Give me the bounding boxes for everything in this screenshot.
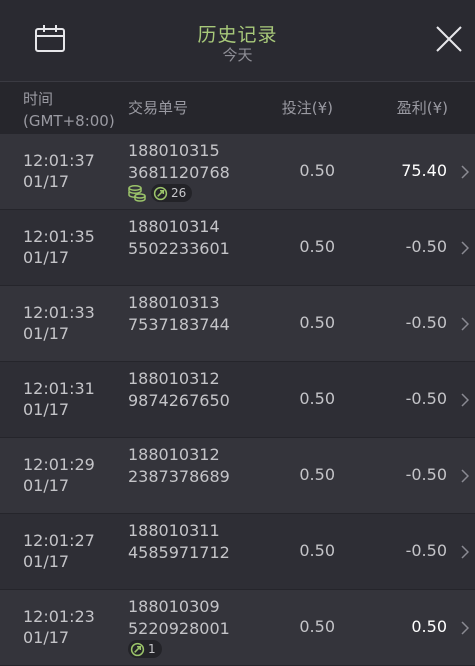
row-time-value: 12:01:29 (23, 455, 95, 474)
column-header-bet: 投注(¥) (281, 99, 333, 117)
row-time: 12:01:35 01/17 (23, 226, 95, 268)
table-row[interactable]: 12:01:29 01/17 188010312 2387378689 0.50… (0, 438, 475, 514)
row-order-line2: 2387378689 (128, 467, 230, 486)
row-date-value: 01/17 (23, 476, 70, 495)
row-time: 12:01:29 01/17 (23, 454, 95, 496)
coin-stack-icon (128, 185, 146, 202)
row-time-value: 12:01:23 (23, 607, 95, 626)
close-icon[interactable] (433, 23, 465, 55)
row-profit: -0.50 (405, 465, 447, 484)
table-row[interactable]: 12:01:31 01/17 188010312 9874267650 0.50… (0, 362, 475, 438)
row-profit: 0.50 (411, 617, 447, 636)
row-order-line1: 188010312 (128, 369, 220, 388)
table-row[interactable]: 12:01:35 01/17 188010314 5502233601 0.50… (0, 210, 475, 286)
row-time-value: 12:01:27 (23, 531, 95, 550)
row-order-line2: 5220928001 (128, 619, 230, 638)
row-time-value: 12:01:33 (23, 303, 95, 322)
table-row[interactable]: 12:01:33 01/17 188010313 7537183744 0.50… (0, 286, 475, 362)
row-time-value: 12:01:37 (23, 151, 95, 170)
row-order-line2: 5502233601 (128, 239, 230, 258)
column-header-time: 时间 (GMT+8:00) (23, 88, 115, 132)
row-time: 12:01:33 01/17 (23, 302, 95, 344)
row-order-number: 188010312 9874267650 (128, 368, 230, 412)
row-order-line2: 9874267650 (128, 391, 230, 410)
row-date-value: 01/17 (23, 248, 70, 267)
row-profit: 75.40 (401, 161, 447, 180)
spin-arrow-icon (153, 186, 168, 200)
row-bet: 0.50 (299, 541, 335, 560)
row-profit: -0.50 (405, 541, 447, 560)
row-time: 12:01:27 01/17 (23, 530, 95, 572)
row-time: 12:01:23 01/17 (23, 606, 95, 648)
spin-arrow-icon (130, 642, 145, 656)
row-order-line1: 188010312 (128, 445, 220, 464)
row-order-number: 188010313 7537183744 (128, 292, 230, 336)
column-header-timezone: (GMT+8:00) (23, 112, 115, 130)
row-order-line2: 4585971712 (128, 543, 230, 562)
column-header-order: 交易单号 (128, 99, 189, 117)
row-bet: 0.50 (299, 237, 335, 256)
row-badges: 26 (128, 184, 193, 202)
row-order-line2: 7537183744 (128, 315, 230, 334)
row-order-line1: 188010311 (128, 521, 220, 540)
row-profit: -0.50 (405, 237, 447, 256)
row-order-number: 188010314 5502233601 (128, 216, 230, 260)
page-title: 历史记录 (197, 24, 278, 46)
chevron-right-icon[interactable] (461, 621, 469, 635)
row-bet: 0.50 (299, 161, 335, 180)
row-badges: 1 (128, 640, 162, 658)
row-order-number: 188010312 2387378689 (128, 444, 230, 488)
row-time: 12:01:31 01/17 (23, 378, 95, 420)
column-header-profit: 盈利(¥) (396, 99, 448, 117)
table-header: 时间 (GMT+8:00) 交易单号 投注(¥) 盈利(¥) (0, 82, 475, 134)
chevron-right-icon[interactable] (461, 545, 469, 559)
row-order-line2: 3681120768 (128, 163, 230, 182)
chevron-right-icon[interactable] (461, 317, 469, 331)
row-date-value: 01/17 (23, 400, 70, 419)
date-filter-label: 今天 (222, 46, 253, 64)
table-row[interactable]: 12:01:37 01/17 188010315 3681120768 26 0… (0, 134, 475, 210)
row-bet: 0.50 (299, 389, 335, 408)
chevron-right-icon[interactable] (461, 165, 469, 179)
history-list: 12:01:37 01/17 188010315 3681120768 26 0… (0, 134, 475, 666)
badge-count: 1 (148, 642, 156, 656)
chevron-right-icon[interactable] (461, 241, 469, 255)
chevron-right-icon[interactable] (461, 393, 469, 407)
row-profit: -0.50 (405, 389, 447, 408)
row-bet: 0.50 (299, 617, 335, 636)
row-bet: 0.50 (299, 465, 335, 484)
free-spin-badge: 26 (151, 184, 193, 202)
row-order-line1: 188010315 (128, 141, 220, 160)
row-order-number: 188010309 5220928001 (128, 596, 230, 640)
row-date-value: 01/17 (23, 324, 70, 343)
row-bet: 0.50 (299, 313, 335, 332)
row-order-number: 188010315 3681120768 (128, 140, 230, 184)
row-time-value: 12:01:31 (23, 379, 95, 398)
free-spin-badge: 1 (128, 640, 162, 658)
row-order-line1: 188010314 (128, 217, 220, 236)
table-row[interactable]: 12:01:23 01/17 188010309 5220928001 1 0.… (0, 590, 475, 666)
row-time-value: 12:01:35 (23, 227, 95, 246)
row-time: 12:01:37 01/17 (23, 150, 95, 192)
row-date-value: 01/17 (23, 172, 70, 191)
row-order-line1: 188010313 (128, 293, 220, 312)
row-order-number: 188010311 4585971712 (128, 520, 230, 564)
row-date-value: 01/17 (23, 552, 70, 571)
column-header-time-label: 时间 (23, 90, 54, 108)
badge-count: 26 (171, 186, 187, 200)
row-profit: -0.50 (405, 313, 447, 332)
chevron-right-icon[interactable] (461, 469, 469, 483)
table-row[interactable]: 12:01:27 01/17 188010311 4585971712 0.50… (0, 514, 475, 590)
history-header: 历史记录 今天 (0, 0, 475, 82)
row-date-value: 01/17 (23, 628, 70, 647)
row-order-line1: 188010309 (128, 597, 220, 616)
